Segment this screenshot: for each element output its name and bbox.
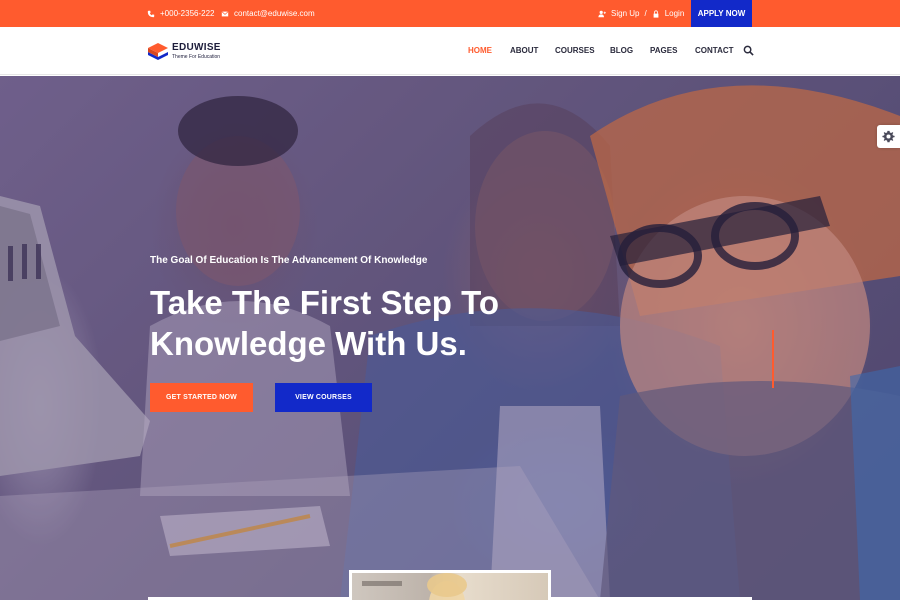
- logo-icon: [148, 43, 168, 60]
- lock-icon: [653, 9, 659, 18]
- nav-item-pages[interactable]: PAGES: [650, 46, 677, 55]
- phone-contact[interactable]: +000-2356-222: [147, 0, 215, 27]
- gear-icon: [882, 130, 895, 143]
- hero-headline-line-1: Take The First Step To: [150, 284, 499, 321]
- signup-link[interactable]: Sign Up: [598, 9, 639, 18]
- main-header: EDUWISE Theme For Education HOME ABOUT C…: [0, 27, 900, 75]
- hero-subtitle: The Goal Of Education Is The Advancement…: [150, 255, 428, 266]
- user-plus-icon: [598, 10, 606, 17]
- top-bar: +000-2356-222 contact@eduwise.com Sign U…: [0, 0, 900, 27]
- hero-headline: Take The First Step To Knowledge With Us…: [150, 282, 570, 364]
- hero-section: The Goal Of Education Is The Advancement…: [0, 76, 900, 600]
- hero-headline-line-2: Knowledge With Us.: [150, 325, 467, 362]
- feature-preview-card: [349, 570, 551, 600]
- nav-item-courses[interactable]: COURSES: [555, 46, 595, 55]
- nav-item-about[interactable]: ABOUT: [510, 46, 538, 55]
- phone-icon: [147, 10, 155, 17]
- search-icon[interactable]: [743, 45, 754, 56]
- auth-separator: /: [644, 9, 647, 18]
- get-started-button[interactable]: GET STARTED NOW: [150, 383, 253, 412]
- apply-now-button[interactable]: APPLY NOW: [691, 0, 752, 27]
- envelope-icon: [221, 10, 229, 16]
- signup-label: Sign Up: [611, 9, 640, 18]
- email-contact[interactable]: contact@eduwise.com: [221, 0, 315, 27]
- logo-text: EDUWISE Theme For Education: [172, 42, 221, 60]
- login-link[interactable]: Login: [652, 9, 685, 18]
- preview-photo: [362, 573, 467, 600]
- nav-item-blog[interactable]: BLOG: [610, 46, 633, 55]
- nav-item-contact[interactable]: CONTACT: [695, 46, 734, 55]
- nav-item-home[interactable]: HOME: [468, 46, 492, 55]
- brand-name: EDUWISE: [172, 42, 221, 53]
- login-label: Login: [664, 9, 685, 18]
- brand-logo[interactable]: EDUWISE Theme For Education: [147, 40, 221, 62]
- email-address: contact@eduwise.com: [234, 9, 315, 18]
- view-courses-button[interactable]: VIEW COURSES: [275, 383, 372, 412]
- auth-links: Sign Up / Login: [598, 0, 684, 27]
- settings-toggle[interactable]: [877, 125, 900, 148]
- preview-image: [352, 573, 548, 600]
- phone-number: +000-2356-222: [160, 9, 215, 18]
- brand-tagline: Theme For Education: [172, 54, 221, 60]
- decorative-line: [772, 330, 774, 388]
